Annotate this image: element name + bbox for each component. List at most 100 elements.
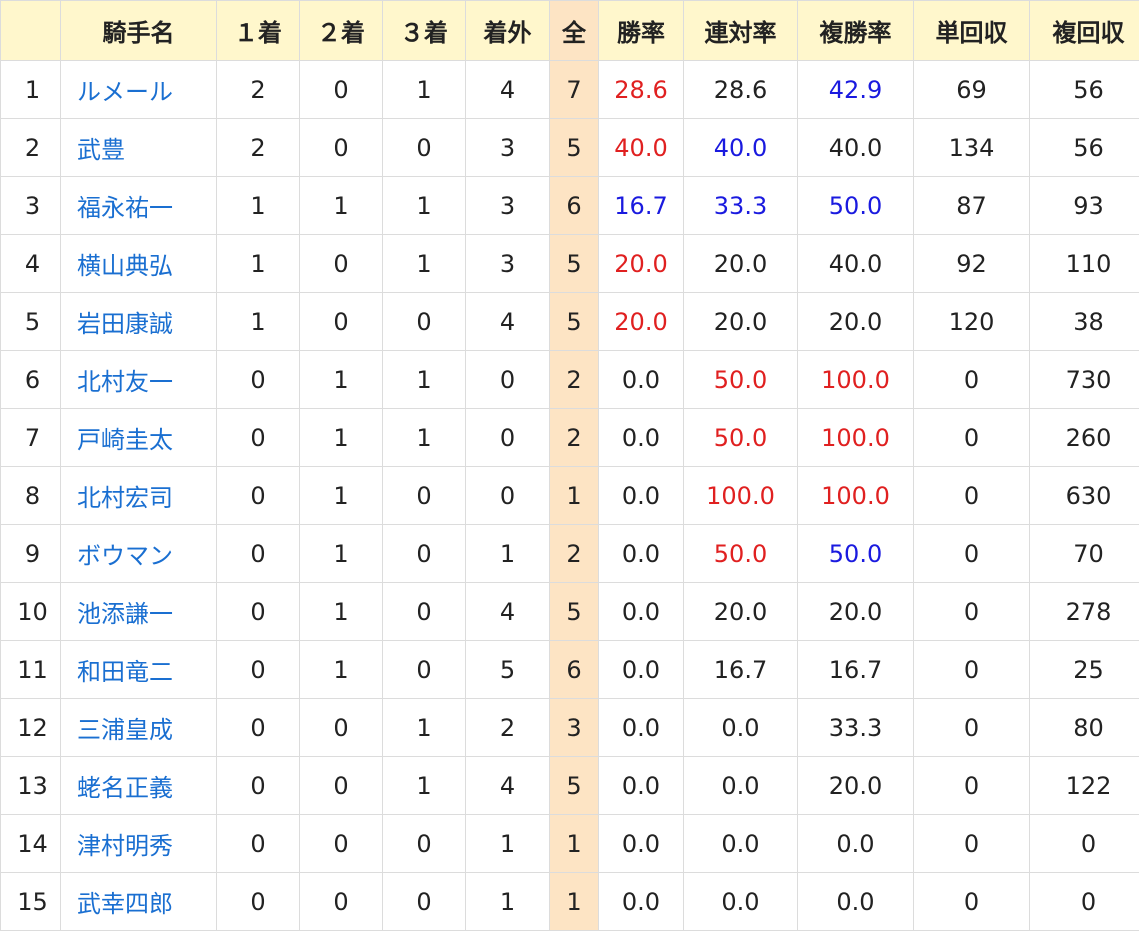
jockey-name-link[interactable]: 武幸四郎	[60, 872, 217, 931]
jockey-name-link[interactable]: ボウマン	[60, 524, 217, 583]
header-out[interactable]: 着外	[465, 0, 550, 61]
jockey-name-link[interactable]: ルメール	[60, 60, 217, 119]
jockey-name-link[interactable]: 和田竜二	[60, 640, 217, 699]
cell-second: 1	[299, 408, 383, 467]
jockey-name-link-text[interactable]: 北村友一	[77, 362, 173, 397]
jockey-name-link-text[interactable]: ボウマン	[77, 536, 173, 571]
jockey-name-link-text[interactable]: 池添謙一	[77, 594, 173, 629]
jockey-name-link-text[interactable]: 戸崎圭太	[77, 420, 173, 455]
cell-place-rate-text: 42.9	[828, 75, 883, 104]
jockey-name-link[interactable]: 津村明秀	[60, 814, 217, 873]
cell-rank: 7	[0, 408, 61, 467]
cell-quinella-rate-text: 50.0	[713, 539, 768, 568]
header-place-return[interactable]: 複回収	[1029, 0, 1139, 61]
cell-total-text: 7	[566, 75, 582, 104]
cell-out-text: 4	[499, 75, 516, 104]
cell-third-text: 1	[416, 249, 432, 278]
jockey-name-link-text[interactable]: 和田竜二	[77, 652, 173, 687]
cell-quinella-rate-text: 20.0	[713, 307, 768, 336]
header-place-rate[interactable]: 複勝率	[797, 0, 914, 61]
cell-win-return-text: 0	[963, 481, 980, 510]
cell-second-text: 0	[333, 829, 349, 858]
cell-out: 1	[465, 814, 550, 873]
cell-third: 1	[382, 756, 466, 815]
cell-out-text: 2	[499, 713, 516, 742]
cell-win-rate: 0.0	[598, 872, 684, 931]
header-quinella-rate[interactable]: 連対率	[683, 0, 798, 61]
cell-place-rate: 40.0	[797, 118, 914, 177]
cell-place-return-text: 70	[1073, 539, 1104, 568]
cell-total: 2	[549, 524, 599, 583]
jockey-name-link[interactable]: 三浦皇成	[60, 698, 217, 757]
jockey-name-link-text[interactable]: 三浦皇成	[77, 710, 173, 745]
jockey-name-link[interactable]: 横山典弘	[60, 234, 217, 293]
header-first[interactable]: １着	[216, 0, 300, 61]
cell-win-rate-text: 0.0	[621, 423, 661, 452]
header-second[interactable]: ２着	[299, 0, 383, 61]
cell-rank-text: 10	[17, 597, 48, 626]
cell-place-return-text: 80	[1073, 713, 1104, 742]
cell-total: 2	[549, 350, 599, 409]
cell-place-rate: 16.7	[797, 640, 914, 699]
jockey-name-link-text[interactable]: 蛯名正義	[77, 768, 173, 803]
jockey-name-link[interactable]: 戸崎圭太	[60, 408, 217, 467]
cell-place-rate-text: 50.0	[828, 539, 883, 568]
table-row: 9 ボウマン 0 1 0 1 2 0.0 50.0 50.0 0 70	[0, 524, 1139, 583]
cell-second: 1	[299, 582, 383, 641]
cell-quinella-rate: 50.0	[683, 408, 798, 467]
cell-place-rate: 100.0	[797, 350, 914, 409]
cell-second: 0	[299, 60, 383, 119]
table-row: 10 池添謙一 0 1 0 4 5 0.0 20.0 20.0 0 278	[0, 582, 1139, 641]
cell-rank-text: 9	[24, 539, 41, 568]
cell-first-text: 0	[250, 365, 266, 394]
jockey-name-link-text[interactable]: 武豊	[77, 130, 125, 165]
jockey-name-link-text[interactable]: 津村明秀	[77, 826, 173, 861]
cell-third: 0	[382, 640, 466, 699]
jockey-name-link-text[interactable]: 北村宏司	[77, 478, 173, 513]
cell-win-rate-text: 20.0	[614, 249, 668, 278]
cell-quinella-rate-text: 40.0	[713, 133, 768, 162]
jockey-name-link-text[interactable]: 岩田康誠	[77, 304, 173, 339]
cell-win-rate-text: 0.0	[621, 365, 661, 394]
jockey-name-link[interactable]: 池添謙一	[60, 582, 217, 641]
cell-place-rate-text: 20.0	[828, 771, 883, 800]
header-third[interactable]: ３着	[382, 0, 466, 61]
header-win-return[interactable]: 単回収	[913, 0, 1030, 61]
cell-out-text: 0	[499, 481, 516, 510]
jockey-name-link[interactable]: 福永祐一	[60, 176, 217, 235]
header-win-rate[interactable]: 勝率	[598, 0, 684, 61]
jockey-stats-table-container: 騎手名 １着 ２着 ３着 着外 全 勝率 連対率 複勝率 単回収 複回収 1 ルメ…	[0, 0, 1139, 931]
table-row: 2 武豊 2 0 0 3 5 40.0 40.0 40.0 134 56	[0, 118, 1139, 177]
cell-second-text: 1	[333, 539, 349, 568]
jockey-name-link[interactable]: 北村宏司	[60, 466, 217, 525]
cell-third: 0	[382, 872, 466, 931]
cell-win-rate: 0.0	[598, 814, 684, 873]
jockey-name-link-text[interactable]: 武幸四郎	[77, 884, 173, 919]
cell-out-text: 1	[499, 539, 516, 568]
cell-win-rate-text: 0.0	[621, 829, 661, 858]
jockey-name-link-text[interactable]: 福永祐一	[77, 188, 173, 223]
cell-place-return-text: 25	[1073, 655, 1104, 684]
cell-second: 1	[299, 640, 383, 699]
header-total[interactable]: 全	[549, 0, 599, 61]
cell-rank: 10	[0, 582, 61, 641]
jockey-name-link-text[interactable]: ルメール	[77, 72, 173, 107]
cell-place-rate: 0.0	[797, 814, 914, 873]
cell-place-return: 110	[1029, 234, 1139, 293]
header-jockey-name[interactable]: 騎手名	[60, 0, 217, 61]
cell-first-text: 2	[250, 75, 266, 104]
cell-win-return-text: 120	[948, 307, 995, 336]
cell-out: 3	[465, 234, 550, 293]
cell-place-return: 56	[1029, 118, 1139, 177]
jockey-name-link-text[interactable]: 横山典弘	[77, 246, 173, 281]
jockey-name-link[interactable]: 北村友一	[60, 350, 217, 409]
cell-rank: 6	[0, 350, 61, 409]
table-row: 6 北村友一 0 1 1 0 2 0.0 50.0 100.0 0 730	[0, 350, 1139, 409]
jockey-name-link[interactable]: 蛯名正義	[60, 756, 217, 815]
jockey-name-link[interactable]: 岩田康誠	[60, 292, 217, 351]
cell-first-text: 0	[250, 713, 266, 742]
cell-second: 0	[299, 872, 383, 931]
jockey-name-link[interactable]: 武豊	[60, 118, 217, 177]
cell-win-rate-text: 28.6	[614, 75, 668, 104]
cell-second: 1	[299, 176, 383, 235]
